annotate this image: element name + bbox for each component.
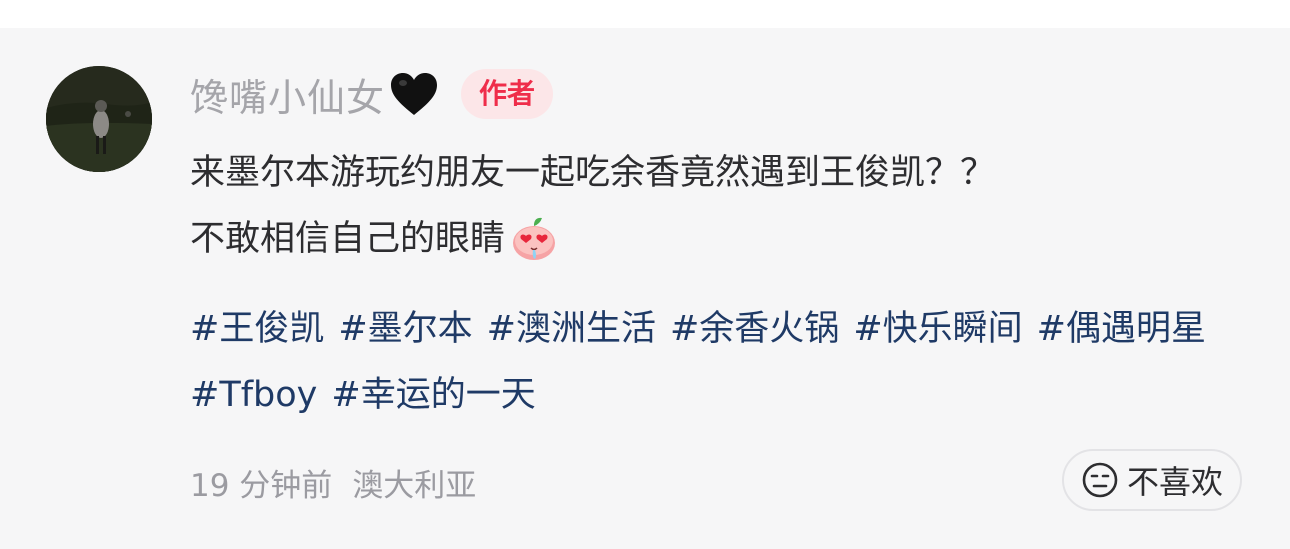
hashtag-link[interactable]: #幸运的一天: [331, 375, 535, 415]
hashtag-link[interactable]: #快乐瞬间: [853, 309, 1022, 349]
avatar-photo-icon: [46, 66, 152, 172]
hashtag-link[interactable]: #偶遇明星: [1037, 309, 1206, 349]
comment-text-line-1: 来墨尔本游玩约朋友一起吃余香竟然遇到王俊凯？？: [190, 153, 996, 193]
top-divider-strip: [0, 0, 1290, 28]
location: 澳大利亚: [352, 468, 477, 504]
hashtag-link[interactable]: #墨尔本: [338, 309, 472, 349]
hashtag-list: #王俊凯 #墨尔本 #澳洲生活 #余香火锅 #快乐瞬间 #偶遇明星 #Tfboy #幸运的一天: [190, 296, 1250, 428]
hashtag-link[interactable]: #Tfboy: [190, 375, 317, 415]
avatar[interactable]: [46, 66, 152, 172]
neutral-face-icon: [1082, 462, 1118, 498]
username[interactable]: 馋嘴小仙女: [190, 67, 385, 122]
comment-text-line-2: 不敢相信自己的眼睛: [190, 219, 506, 259]
hashtag-link[interactable]: #王俊凯: [190, 309, 324, 349]
comment-text: 来墨尔本游玩约朋友一起吃余香竟然遇到王俊凯？？ 不敢相信自己的眼睛: [190, 140, 1250, 272]
dislike-label: 不喜欢: [1126, 463, 1223, 501]
author-badge: 作者: [461, 69, 554, 119]
timestamp: 19 分钟前: [190, 468, 333, 504]
comment-header: 馋嘴小仙女 作者: [190, 67, 554, 122]
comment-text-line-2-row: 不敢相信自己的眼睛: [190, 206, 1250, 272]
comment-card: 馋嘴小仙女 作者 来墨尔本游玩约朋友一起吃余香竟然遇到王俊凯？？ 不敢相信自己的…: [0, 28, 1290, 549]
heart-eyes-peach-emoji-icon: [513, 217, 556, 260]
hashtag-link[interactable]: #澳洲生活: [487, 309, 656, 349]
dislike-button[interactable]: 不喜欢: [1062, 449, 1242, 511]
comment-meta: 19 分钟前 澳大利亚: [190, 460, 476, 505]
hashtag-link[interactable]: #余香火锅: [670, 309, 839, 349]
black-heart-icon: [391, 73, 438, 115]
